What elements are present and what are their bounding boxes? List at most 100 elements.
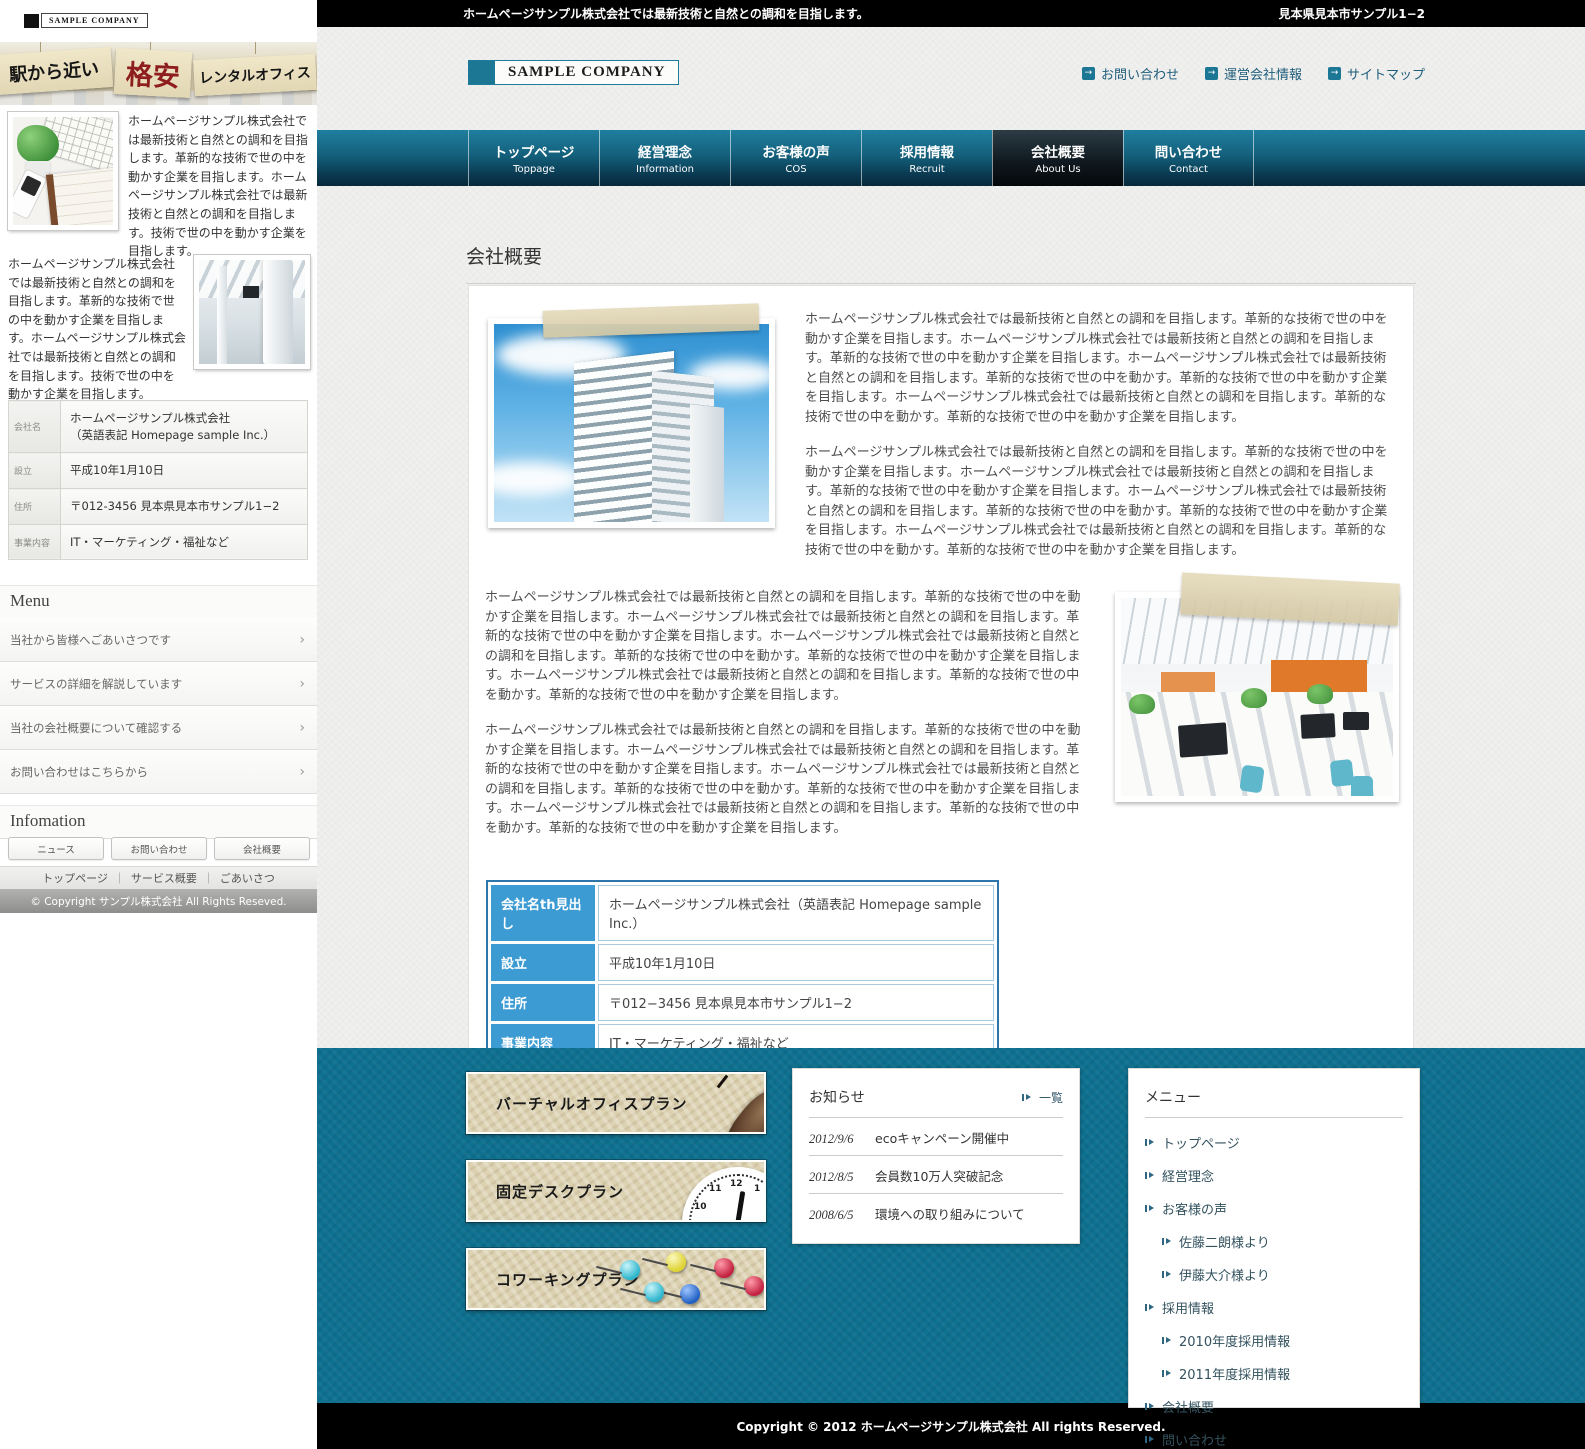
title-divider	[466, 283, 1416, 284]
nav-tab-philosophy[interactable]: 経営理念 Information	[599, 130, 730, 186]
banner-virtual-office-plan[interactable]: バーチャルオフィスプラン	[466, 1072, 766, 1134]
content-paragraphs: ホームページサンプル株式会社では最新技術と自然との調和を目指します。革新的な技術…	[485, 588, 1089, 854]
double-arrow-icon	[1022, 1093, 1033, 1102]
nav-tab-label: トップページ	[494, 141, 575, 161]
footer-menu-list: トップページ 経営理念 お客様の声 佐藤二朗様より 伊藤大介様より 採用情報 2…	[1145, 1126, 1403, 1449]
plant-shape	[17, 125, 59, 163]
news-item[interactable]: 2012/8/5 会員数10万人突破記念	[809, 1156, 1063, 1194]
footer-menu-item-contact[interactable]: 問い合わせ	[1145, 1423, 1403, 1449]
news-item[interactable]: 2008/6/5 環境への取り組みについて	[809, 1194, 1063, 1231]
nav-tab-label: お客様の声	[762, 141, 830, 161]
news-item-title: 会員数10万人突破記念	[875, 1166, 1003, 1185]
pushpin-icon	[644, 1282, 666, 1304]
row-label: 設立	[491, 944, 595, 981]
news-more-label: 一覧	[1039, 1089, 1063, 1106]
row-value: 平成10年1月10日	[61, 453, 308, 489]
menu-item-label: 当社から皆様へごあいさつです	[10, 618, 171, 662]
nav-tab-sublabel: About Us	[1035, 164, 1080, 175]
chair-shape	[1351, 776, 1373, 802]
logo-square-icon	[469, 61, 495, 84]
table-row: 住所 〒012−3456 見本県見本市サンプル1−2	[491, 984, 994, 1021]
nav-tab-label: 問い合わせ	[1155, 141, 1223, 161]
office-hall-photo	[194, 255, 310, 369]
sidebar-information-heading: Infomation	[0, 805, 317, 839]
header-link-operating-company[interactable]: → 運営会社情報	[1205, 64, 1302, 83]
footer-link-greeting[interactable]: ごあいさつ	[220, 870, 275, 886]
footer-menu-label: トップページ	[1162, 1133, 1240, 1152]
banner-label: バーチャルオフィスプラン	[468, 1093, 688, 1114]
row-value: ホームページサンプル株式会社 （英語表記 Homepage sample Inc…	[61, 401, 308, 453]
header-link-sitemap[interactable]: → サイトマップ	[1328, 64, 1425, 83]
pushpin-icon	[666, 1252, 688, 1274]
sidebar-menu-item-contact[interactable]: お問い合わせはこちらから ›	[0, 750, 317, 794]
row-value: 平成10年1月10日	[598, 944, 994, 981]
header-logo[interactable]: SAMPLE COMPANY	[468, 60, 679, 85]
sidebar-rental-office-banner[interactable]: 駅から近い 格安 レンタルオフィス	[0, 42, 317, 105]
arrow-right-icon: →	[1328, 67, 1341, 80]
pushpin-icon	[744, 1276, 766, 1298]
footer-menu-item-recruit-2010[interactable]: 2010年度採用情報	[1162, 1324, 1403, 1357]
row-value: ホームページサンプル株式会社（英語表記 Homepage sample Inc.…	[598, 885, 994, 941]
nav-tab-contact[interactable]: 問い合わせ Contact	[1123, 130, 1254, 186]
double-arrow-icon	[1145, 1171, 1156, 1180]
sidebar-menu-item-about[interactable]: 当社の会社概要について確認する ›	[0, 706, 317, 750]
separator: ｜	[114, 870, 125, 886]
column-shape	[263, 260, 293, 364]
footer-menu-item-customer-voice[interactable]: お客様の声	[1145, 1192, 1403, 1225]
nav-tab-recruit[interactable]: 採用情報 Recruit	[861, 130, 992, 186]
clock-numeral: 11	[709, 1184, 722, 1194]
footer-menu-label: 経営理念	[1162, 1166, 1214, 1185]
banner-fixed-desk-plan[interactable]: 固定デスクプラン 10 11 12 1 2	[466, 1160, 766, 1222]
contact-button[interactable]: お問い合わせ	[111, 837, 207, 860]
nav-tab-customer-voice[interactable]: お客様の声 COS	[730, 130, 861, 186]
footer-link-services[interactable]: サービス概要	[131, 870, 197, 886]
sidebar-logo[interactable]: SAMPLE COMPANY	[24, 13, 148, 28]
chevron-right-icon: ›	[299, 618, 305, 662]
footer-menu-item-about[interactable]: 会社概要	[1145, 1390, 1403, 1423]
nav-tab-label: 採用情報	[900, 141, 954, 161]
footer-menu-item-toppage[interactable]: トップページ	[1145, 1126, 1403, 1159]
footer-menu-item-ito[interactable]: 伊藤大介様より	[1162, 1258, 1403, 1291]
nav-tab-label: 経営理念	[638, 141, 692, 161]
header-link-label: 運営会社情報	[1224, 64, 1302, 83]
footer: バーチャルオフィスプラン 固定デスクプラン 10 11 12 1 2	[317, 1048, 1585, 1403]
company-overview-table: 会社名th見出し ホームページサンプル株式会社（英語表記 Homepage sa…	[486, 880, 999, 1066]
footer-menu-label: 採用情報	[1162, 1298, 1214, 1317]
news-item[interactable]: 2012/9/6 ecoキャンペーン開催中	[809, 1118, 1063, 1156]
header-link-contact[interactable]: → お問い合わせ	[1082, 64, 1179, 83]
news-item-title: 環境への取り組みについて	[875, 1204, 1025, 1223]
sidebar-menu-item-services[interactable]: サービスの詳細を解説しています ›	[0, 662, 317, 706]
banner-label: 固定デスクプラン	[468, 1181, 624, 1202]
row-label: 住所	[9, 489, 61, 525]
footer-link-top[interactable]: トップページ	[42, 870, 108, 886]
banner-coworking-plan[interactable]: コワーキングプラン	[466, 1248, 766, 1310]
footer-menu-label: 2011年度採用情報	[1179, 1364, 1290, 1383]
footer-menu-item-sato[interactable]: 佐藤二朗様より	[1162, 1225, 1403, 1258]
cloud-shape	[488, 462, 584, 496]
nav-tab-about-us-active[interactable]: 会社概要 About Us	[992, 130, 1123, 186]
content-paragraphs: ホームページサンプル株式会社では最新技術と自然との調和を目指します。革新的な技術…	[805, 310, 1397, 576]
double-arrow-icon	[1145, 1402, 1156, 1411]
phone-shape	[8, 168, 48, 220]
nav-tab-toppage[interactable]: トップページ Toppage	[468, 130, 599, 186]
footer-menu-item-recruit[interactable]: 採用情報	[1145, 1291, 1403, 1324]
nav-tab-sublabel: Recruit	[909, 164, 944, 175]
desk-photo	[8, 112, 118, 230]
double-arrow-icon	[1162, 1270, 1173, 1279]
row-value: 〒012−3456 見本県見本市サンプル1−2	[598, 984, 994, 1021]
footer-menu-item-recruit-2011[interactable]: 2011年度採用情報	[1162, 1357, 1403, 1390]
column-shape	[217, 266, 227, 364]
sidebar-menu-heading: Menu	[0, 585, 317, 619]
footer-menu-item-philosophy[interactable]: 経営理念	[1145, 1159, 1403, 1192]
main-navigation: トップページ Toppage 経営理念 Information お客様の声 CO…	[317, 130, 1585, 186]
nav-tab-sublabel: Information	[636, 164, 694, 175]
news-button[interactable]: ニュース	[8, 837, 104, 860]
news-more-link[interactable]: 一覧	[1022, 1089, 1063, 1106]
nav-tab-sublabel: Contact	[1169, 164, 1208, 175]
sidebar-menu-item-greeting[interactable]: 当社から皆様へごあいさつです ›	[0, 618, 317, 662]
building-tower-shape	[690, 404, 724, 528]
about-button[interactable]: 会社概要	[214, 837, 310, 860]
tv-shape	[243, 286, 259, 298]
sidebar-company-table: 会社名 ホームページサンプル株式会社 （英語表記 Homepage sample…	[8, 400, 308, 560]
footer-menu-header: メニュー	[1145, 1083, 1403, 1118]
